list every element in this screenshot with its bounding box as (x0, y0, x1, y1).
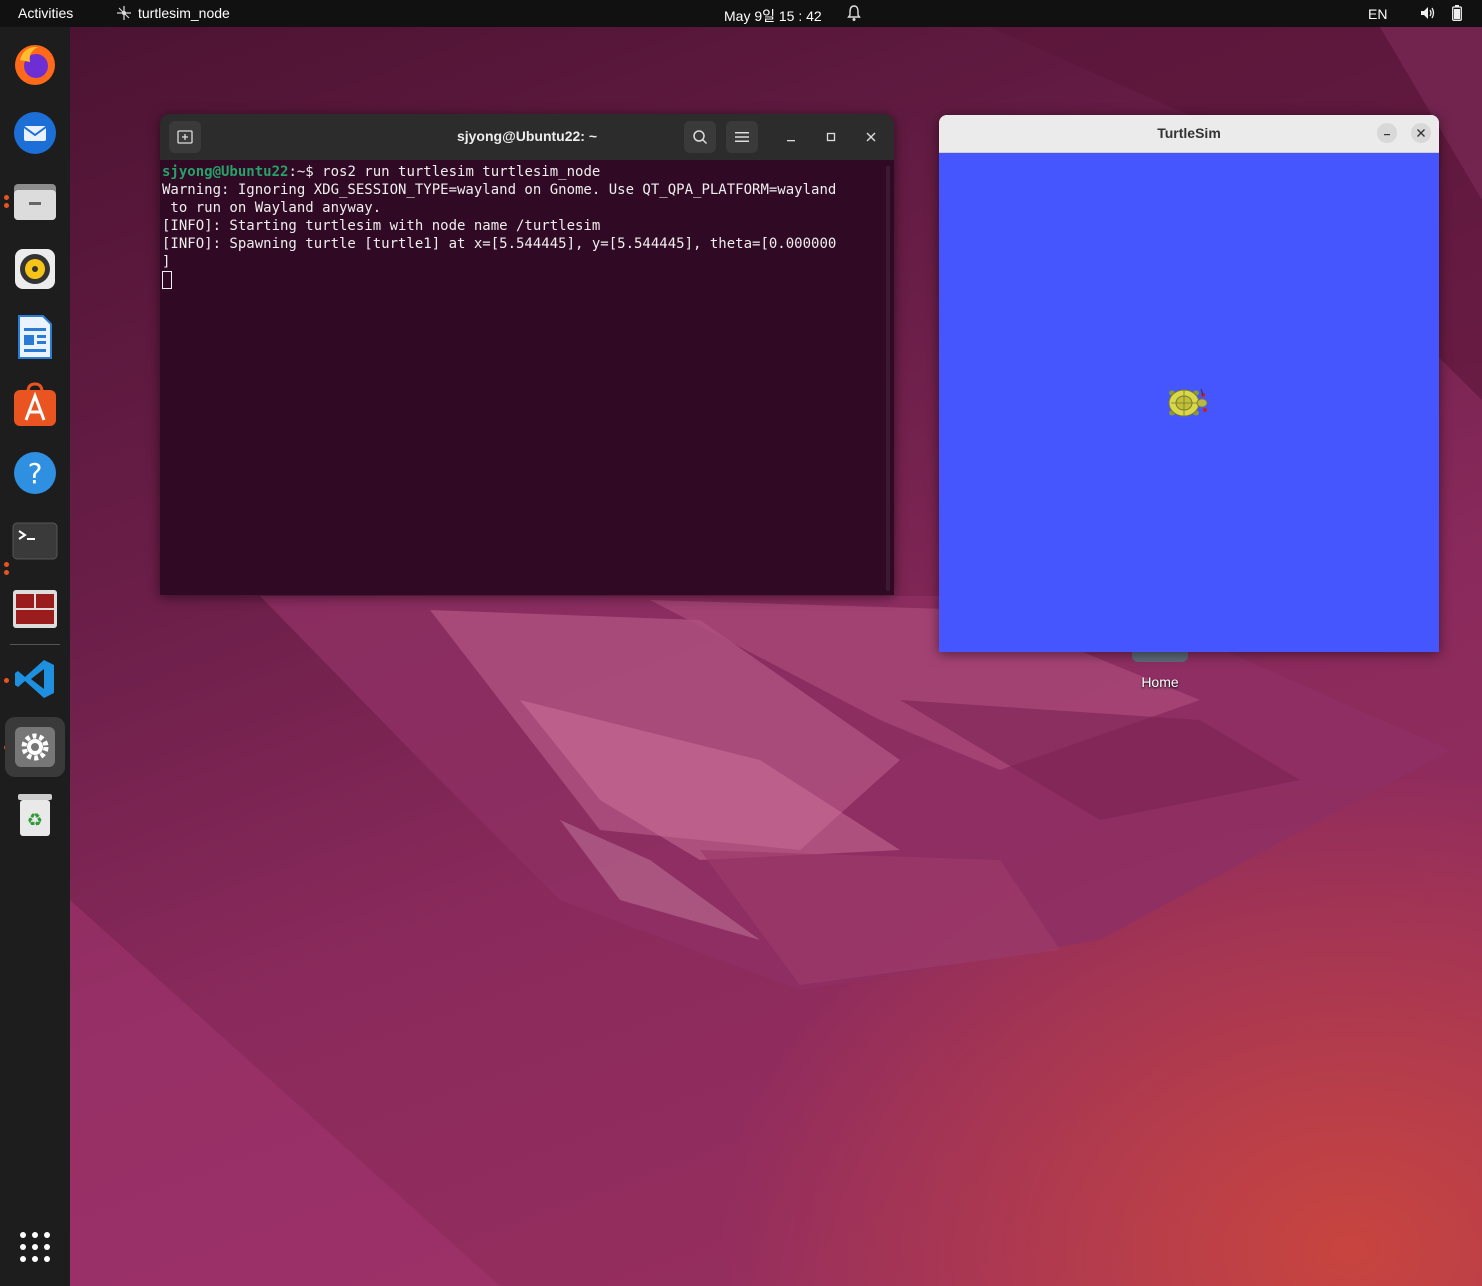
turtle-icon (1168, 388, 1208, 417)
files-icon (14, 184, 56, 220)
terminal-cursor (162, 271, 172, 289)
terminal-window[interactable]: sjyong@Ubuntu22: ~ sjyong@Ubuntu22:~$ ro… (160, 114, 894, 595)
rhythmbox-icon (15, 249, 55, 289)
top-bar: Activities turtlesim_node May 9일 15 : 42… (0, 0, 1482, 27)
dock-files[interactable] (5, 171, 65, 231)
terminator-icon (13, 590, 57, 628)
dock-writer[interactable] (5, 307, 65, 367)
dock: ? ♻ (0, 27, 70, 1286)
bell-icon[interactable] (846, 4, 862, 25)
battery-icon[interactable] (1452, 5, 1462, 24)
minimize-icon (787, 140, 795, 142)
output-line: Warning: Ignoring XDG_SESSION_TYPE=wayla… (162, 182, 837, 198)
dock-terminator[interactable] (5, 579, 65, 639)
terminal-titlebar[interactable]: sjyong@Ubuntu22: ~ (160, 114, 894, 160)
output-line: to run on Wayland anyway. (162, 200, 382, 216)
svg-text:♻: ♻ (27, 810, 43, 831)
firefox-icon (15, 45, 55, 85)
maximize-icon (826, 132, 836, 142)
terminal-icon (12, 522, 58, 560)
turtlesim-title: TurtleSim (1157, 125, 1221, 141)
vscode-icon (15, 660, 54, 698)
desktop-home-label: Home (1141, 674, 1179, 690)
dock-vscode[interactable] (5, 649, 65, 709)
terminal-menu-button[interactable] (726, 121, 758, 153)
terminal-search-button[interactable] (684, 121, 716, 153)
terminal-output[interactable]: sjyong@Ubuntu22:~$ ros2 run turtlesim tu… (160, 160, 894, 294)
app-menu[interactable]: turtlesim_node (116, 5, 230, 21)
dock-settings[interactable] (5, 717, 65, 777)
output-line: ] (162, 254, 171, 270)
turtlesim-titlebar[interactable]: TurtleSim (939, 115, 1439, 153)
dock-help[interactable]: ? (5, 443, 65, 503)
thunderbird-icon (14, 112, 56, 154)
close-icon (866, 132, 876, 142)
ros-node-icon (117, 6, 131, 20)
dock-terminal[interactable] (5, 511, 65, 571)
turtlesim-canvas[interactable] (939, 153, 1439, 652)
settings-icon (15, 727, 55, 767)
close-button[interactable] (860, 126, 882, 148)
turtlesim-minimize-button[interactable] (1377, 123, 1397, 143)
clock[interactable]: May 9일 15 : 42 (724, 6, 822, 26)
language-indicator[interactable]: EN (1368, 6, 1387, 22)
minimize-button[interactable] (780, 126, 802, 148)
output-line: [INFO]: Starting turtlesim with node nam… (162, 218, 601, 234)
dock-app-center[interactable] (5, 375, 65, 435)
maximize-button[interactable] (820, 126, 842, 148)
dock-rhythmbox[interactable] (5, 239, 65, 299)
trash-icon: ♻ (18, 794, 52, 836)
svg-text:?: ? (28, 457, 43, 490)
app-center-icon (14, 382, 56, 426)
prompt-command: :~$ ros2 run turtlesim turtlesim_node (288, 164, 601, 180)
hamburger-icon (735, 132, 749, 142)
dock-show-apps[interactable] (5, 1217, 65, 1277)
help-icon: ? (14, 452, 56, 494)
terminal-scrollbar[interactable] (886, 166, 890, 591)
turtlesim-close-button[interactable] (1411, 123, 1431, 143)
dock-trash[interactable]: ♻ (5, 785, 65, 845)
volume-icon[interactable] (1420, 6, 1436, 23)
activities-button[interactable]: Activities (18, 5, 73, 21)
close-icon (1417, 129, 1425, 137)
dock-thunderbird[interactable] (5, 103, 65, 163)
dock-firefox[interactable] (5, 35, 65, 95)
turtlesim-window[interactable]: TurtleSim (939, 115, 1439, 652)
writer-icon (18, 315, 52, 359)
app-grid-icon (20, 1232, 50, 1262)
minimize-icon (1384, 134, 1390, 136)
output-line: [INFO]: Spawning turtle [turtle1] at x=[… (162, 236, 837, 252)
prompt-user: sjyong@Ubuntu22 (162, 164, 289, 180)
app-menu-label: turtlesim_node (138, 5, 230, 21)
search-icon (693, 130, 708, 145)
